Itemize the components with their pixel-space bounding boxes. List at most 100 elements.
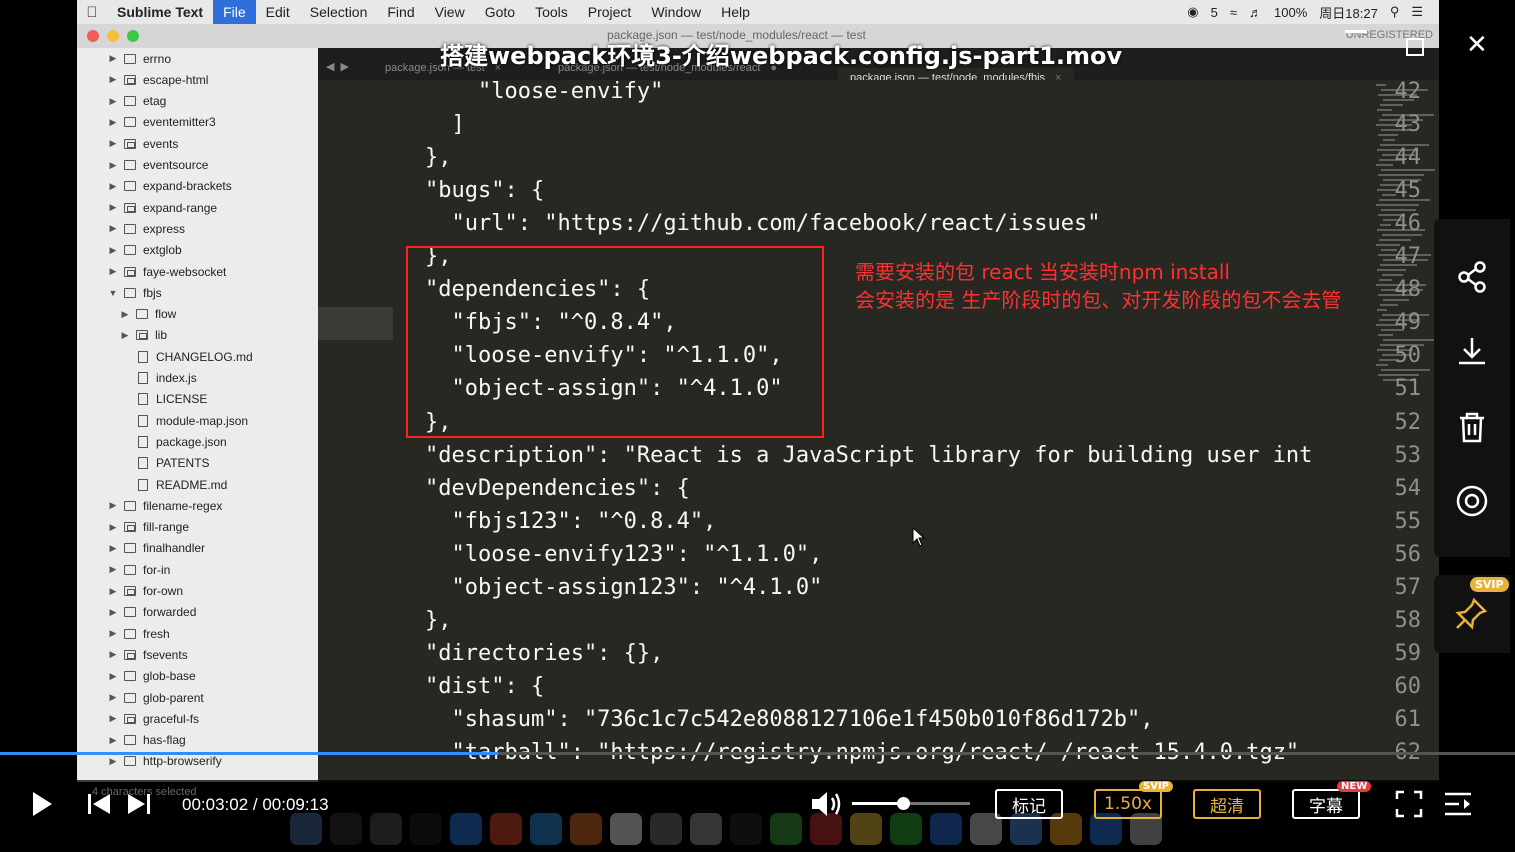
sidebar-item[interactable]: ▶ for-in <box>107 559 171 580</box>
sidebar-item[interactable]: module-map.json <box>133 410 248 431</box>
dock-app-icon[interactable] <box>570 813 602 845</box>
zoom-window-icon[interactable] <box>127 30 139 42</box>
menu-window[interactable]: Window <box>641 4 711 20</box>
collapsed-arrow-icon[interactable]: ▶ <box>107 628 119 639</box>
sidebar-item[interactable]: ▶ faye-websocket <box>107 261 227 282</box>
code-line[interactable]: "dist": { <box>425 674 544 699</box>
collapsed-arrow-icon[interactable]: ▶ <box>107 223 119 234</box>
collapsed-arrow-icon[interactable]: ▶ <box>107 649 119 660</box>
previous-icon[interactable] <box>86 792 112 816</box>
dock-app-icon[interactable] <box>410 813 442 845</box>
minimize-window-icon[interactable] <box>107 30 119 42</box>
sidebar-item[interactable]: ▶ glob-base <box>107 666 196 687</box>
sidebar-item[interactable]: ▶ graceful-fs <box>107 708 200 729</box>
sidebar-item[interactable]: ▶ errno <box>107 48 171 69</box>
dock-app-icon[interactable] <box>330 813 362 845</box>
play-icon[interactable] <box>30 790 54 818</box>
sidebar-item[interactable]: ▶ events <box>107 133 179 154</box>
sidebar-item[interactable]: ▶ expand-brackets <box>107 176 232 197</box>
sidebar-item[interactable]: ▶ extglob <box>107 240 182 261</box>
collapsed-arrow-icon[interactable]: ▶ <box>107 756 119 767</box>
collapsed-arrow-icon[interactable]: ▶ <box>107 522 119 533</box>
collapsed-arrow-icon[interactable]: ▶ <box>107 96 119 107</box>
collapsed-arrow-icon[interactable]: ▶ <box>119 330 131 341</box>
collapsed-arrow-icon[interactable]: ▶ <box>107 202 119 213</box>
collapsed-arrow-icon[interactable]: ▶ <box>107 713 119 724</box>
sidebar-item[interactable]: ▶ finalhandler <box>107 538 206 559</box>
collapsed-arrow-icon[interactable]: ▶ <box>107 245 119 256</box>
minimize-player-icon[interactable] <box>1345 30 1367 33</box>
sidebar-item[interactable]: LICENSE <box>133 389 207 410</box>
dock-app-icon[interactable] <box>730 813 762 845</box>
progress-bar[interactable] <box>0 752 1515 755</box>
quality-button[interactable]: 超清 <box>1193 789 1261 819</box>
sidebar-item[interactable]: ▶ filename-regex <box>107 495 223 516</box>
sidebar-item[interactable]: index.js <box>133 368 197 389</box>
close-window-icon[interactable] <box>87 30 99 42</box>
code-line[interactable]: "shasum": "736c1c7c542e8088127106e1f450b… <box>425 707 1153 732</box>
notification-icon[interactable]: ☰ <box>1411 4 1423 20</box>
collapsed-arrow-icon[interactable]: ▶ <box>107 266 119 277</box>
spotlight-icon[interactable]: ⚲ <box>1390 4 1400 20</box>
dock-app-icon[interactable] <box>370 813 402 845</box>
menu-tools[interactable]: Tools <box>525 4 578 20</box>
share-button[interactable] <box>1434 247 1510 307</box>
sidebar-item[interactable]: ▶ fsevents <box>107 644 188 665</box>
code-line[interactable]: "loose-envify" <box>425 80 663 104</box>
tab-nav-arrows-icon[interactable]: ◀▶ <box>326 60 355 73</box>
sidebar-item[interactable]: PATENTS <box>133 453 210 474</box>
delete-button[interactable] <box>1434 397 1510 457</box>
sidebar-item[interactable]: ▶ express <box>107 218 186 239</box>
collapsed-arrow-icon[interactable]: ▶ <box>107 181 119 192</box>
menu-help[interactable]: Help <box>711 4 760 20</box>
sidebar-item[interactable]: ▶ forwarded <box>107 602 197 623</box>
code-line[interactable]: "description": "React is a JavaScript li… <box>425 443 1312 468</box>
dock-app-icon[interactable] <box>610 813 642 845</box>
code-line[interactable]: "loose-envify123": "^1.1.0", <box>425 542 822 567</box>
code-line[interactable]: "devDependencies": { <box>425 476 690 501</box>
code-line[interactable]: "bugs": { <box>425 178 544 203</box>
sidebar-item[interactable]: ▶ has-flag <box>107 730 186 751</box>
sidebar-item[interactable]: ▶ for-own <box>107 581 183 602</box>
code-line[interactable]: "object-assign123": "^4.1.0" <box>425 575 822 600</box>
dock-app-icon[interactable] <box>490 813 522 845</box>
playlist-icon[interactable] <box>1443 790 1473 818</box>
collapsed-arrow-icon[interactable]: ▶ <box>107 735 119 746</box>
speed-button[interactable]: 1.50x <box>1094 789 1162 819</box>
collapsed-arrow-icon[interactable]: ▶ <box>107 500 119 511</box>
sidebar-item[interactable]: ▶ fill-range <box>107 517 190 538</box>
collapsed-arrow-icon[interactable]: ▶ <box>107 117 119 128</box>
code-line[interactable]: "fbjs123": "^0.8.4", <box>425 509 716 534</box>
collapsed-arrow-icon[interactable]: ▶ <box>107 586 119 597</box>
menu-file[interactable]: File <box>213 0 256 24</box>
sidebar-item[interactable]: ▶ eventsource <box>107 155 209 176</box>
sidebar-item[interactable]: ▶ fresh <box>107 623 170 644</box>
sidebar-item[interactable]: ▼ fbjs <box>107 282 162 303</box>
mark-button[interactable]: 标记 <box>995 789 1063 819</box>
volume-slider[interactable] <box>852 797 970 810</box>
volume-status-icon[interactable]: ♬ <box>1249 5 1262 20</box>
expanded-arrow-icon[interactable]: ▼ <box>107 288 119 298</box>
code-line[interactable]: }, <box>425 608 452 633</box>
menu-project[interactable]: Project <box>578 4 642 20</box>
volume-knob[interactable] <box>896 797 910 810</box>
menu-view[interactable]: View <box>425 4 475 20</box>
code-line[interactable]: "url": "https://github.com/facebook/reac… <box>425 211 1100 236</box>
apple-icon[interactable]:  <box>77 4 107 21</box>
collapsed-arrow-icon[interactable]: ▶ <box>107 607 119 618</box>
dock-app-icon[interactable] <box>890 813 922 845</box>
menu-find[interactable]: Find <box>377 4 424 20</box>
dock-app-icon[interactable] <box>650 813 682 845</box>
dock-app-icon[interactable] <box>770 813 802 845</box>
menu-edit[interactable]: Edit <box>256 4 300 20</box>
collapsed-arrow-icon[interactable]: ▶ <box>107 53 119 64</box>
collapsed-arrow-icon[interactable]: ▶ <box>107 692 119 703</box>
sidebar-item[interactable]: ▶ lib <box>119 325 167 346</box>
collapsed-arrow-icon[interactable]: ▶ <box>107 671 119 682</box>
app-menu[interactable]: Sublime Text <box>107 4 213 20</box>
volume-icon[interactable] <box>810 789 844 819</box>
subtitle-button[interactable]: 字幕 <box>1292 789 1360 819</box>
code-line[interactable]: "directories": {}, <box>425 641 663 666</box>
sidebar-item[interactable]: ▶ etag <box>107 91 167 112</box>
sidebar-item[interactable]: ▶ escape-html <box>107 69 209 90</box>
